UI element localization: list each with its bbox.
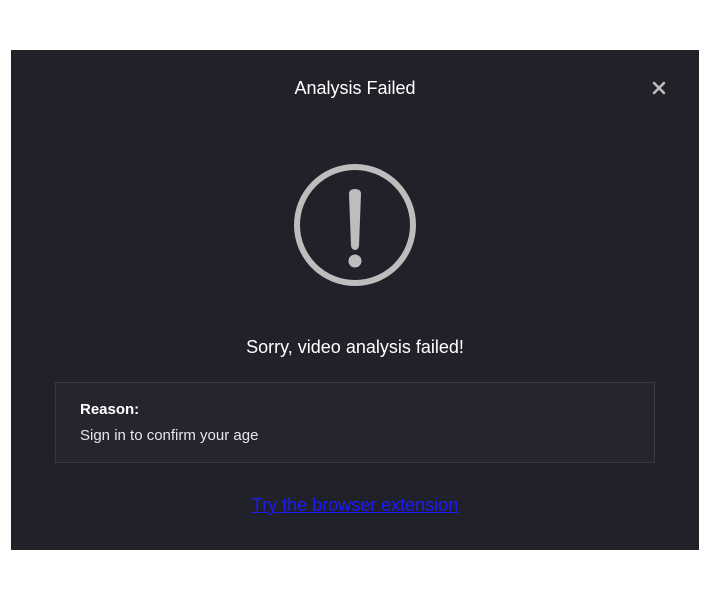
- dialog-title: Analysis Failed: [294, 78, 416, 98]
- close-icon[interactable]: [647, 76, 671, 100]
- browser-extension-link-wrapper: Try the browser extension: [11, 494, 699, 516]
- error-message: Sorry, video analysis failed!: [246, 337, 464, 357]
- exclamation-circle-icon: [292, 162, 418, 288]
- browser-extension-link[interactable]: Try the browser extension: [252, 495, 458, 515]
- reason-text: Sign in to confirm your age: [80, 427, 259, 444]
- reason-label: Reason:: [80, 401, 140, 418]
- analysis-failed-dialog: Analysis Failed Sorry, video analysis fa…: [11, 50, 699, 550]
- reason-box: Reason: Sign in to confirm your age: [55, 382, 655, 463]
